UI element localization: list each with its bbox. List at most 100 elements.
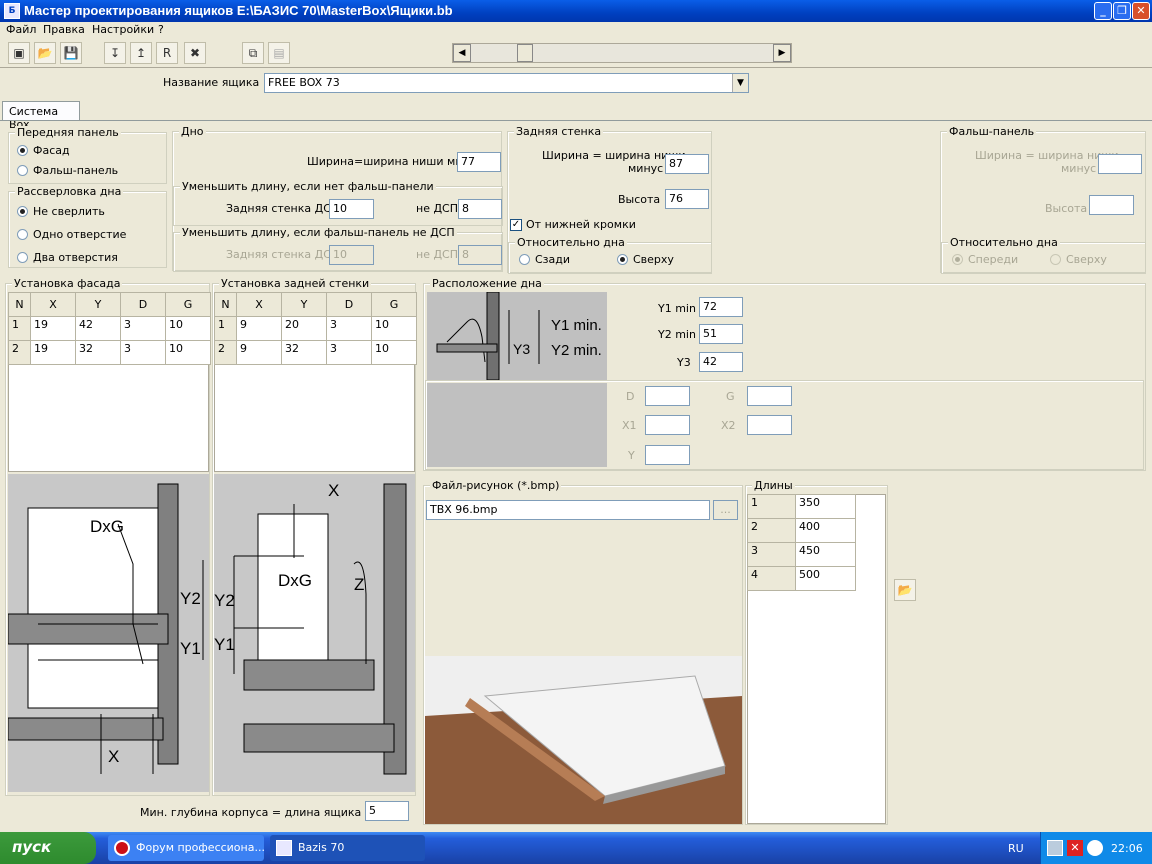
cell[interactable]: 3 — [120, 316, 166, 341]
cell[interactable]: 1 — [214, 316, 237, 341]
scroll-right-icon[interactable]: ▶ — [773, 44, 791, 62]
table-row[interactable]: 4 500 — [747, 566, 856, 591]
picture-file-title: Файл-рисунок (*.bmp) — [430, 479, 562, 492]
table-row[interactable]: 1 19 42 3 10 — [8, 316, 211, 341]
task-forum[interactable]: Форум профессиона... — [108, 835, 264, 861]
cell[interactable]: 42 — [75, 316, 121, 341]
volume-icon[interactable] — [1087, 840, 1103, 856]
select-icon[interactable]: ▣ — [8, 42, 30, 64]
network-icon[interactable] — [1047, 840, 1063, 856]
radio-one-hole[interactable] — [17, 229, 28, 240]
close-button[interactable]: ✕ — [1132, 2, 1150, 20]
y-input[interactable] — [645, 445, 690, 465]
cell[interactable]: 500 — [795, 566, 856, 591]
y1-min-input[interactable]: 72 — [699, 297, 743, 317]
cell[interactable]: 2 — [214, 340, 237, 365]
x1-input[interactable] — [645, 415, 690, 435]
minimize-button[interactable]: _ — [1094, 2, 1112, 20]
delete-icon[interactable]: ✖ — [184, 42, 206, 64]
menu-settings[interactable]: Настройки — [92, 23, 154, 36]
cell[interactable]: 350 — [795, 494, 856, 519]
g-input[interactable] — [747, 386, 792, 406]
cell[interactable]: 32 — [281, 340, 327, 365]
radio-no-drill[interactable] — [17, 206, 28, 217]
from-bottom-checkbox[interactable]: ✓ — [510, 219, 522, 231]
cell[interactable]: 4 — [747, 566, 796, 591]
horizontal-scrollbar[interactable]: ◀ ▶ — [452, 43, 792, 63]
chevron-down-icon[interactable]: ▼ — [732, 74, 748, 92]
table-row[interactable]: 2 9 32 3 10 — [214, 340, 417, 365]
scroll-thumb[interactable] — [517, 44, 533, 62]
table-row[interactable]: 2 19 32 3 10 — [8, 340, 211, 365]
cell[interactable]: 1 — [747, 494, 796, 519]
cell[interactable]: 10 — [165, 316, 211, 341]
cell[interactable]: 19 — [30, 340, 76, 365]
cell[interactable]: 2 — [747, 518, 796, 543]
back-width-input[interactable]: 87 — [665, 154, 709, 174]
paste-icon[interactable]: ▤ — [268, 42, 290, 64]
open-folder-icon[interactable]: 📂 — [34, 42, 56, 64]
start-button[interactable]: пуск — [0, 832, 96, 864]
cell[interactable]: 32 — [75, 340, 121, 365]
task-bazis[interactable]: Bazis 70 — [270, 835, 425, 861]
cell[interactable]: 20 — [281, 316, 327, 341]
cell[interactable]: 3 — [326, 316, 372, 341]
table-row[interactable]: 3 450 — [747, 542, 856, 567]
scroll-left-icon[interactable]: ◀ — [453, 44, 471, 62]
rename-icon[interactable]: R — [156, 42, 178, 64]
cell[interactable]: 1 — [8, 316, 31, 341]
cell[interactable]: 2 — [8, 340, 31, 365]
cell[interactable]: 19 — [30, 316, 76, 341]
back-dsp-input-2[interactable]: 10 — [329, 245, 374, 265]
back-height-input[interactable]: 76 — [665, 189, 709, 209]
cell[interactable]: 9 — [236, 340, 282, 365]
import-icon[interactable]: ↧ — [104, 42, 126, 64]
security-alert-icon[interactable]: ✕ — [1067, 840, 1083, 856]
menu-help[interactable]: ? — [158, 23, 164, 36]
menu-edit[interactable]: Правка — [43, 23, 85, 36]
radio-two-holes[interactable] — [17, 252, 28, 263]
bottom-width-input[interactable]: 77 — [457, 152, 501, 172]
browse-file-button[interactable]: ... — [713, 500, 738, 520]
y3-input[interactable]: 42 — [699, 352, 743, 372]
y2-min-input[interactable]: 51 — [699, 324, 743, 344]
clock[interactable]: 22:06 — [1111, 842, 1143, 855]
min-depth-input[interactable]: 5 — [365, 801, 409, 821]
box-name-select[interactable]: FREE BOX 73 ▼ — [264, 73, 749, 93]
cell[interactable]: 10 — [371, 316, 417, 341]
back-dsp-input-1[interactable]: 10 — [329, 199, 374, 219]
table-row[interactable]: 2 400 — [747, 518, 856, 543]
d-input[interactable] — [645, 386, 690, 406]
fp-height-input[interactable] — [1089, 195, 1134, 215]
back-width-label-2: минус — [628, 162, 664, 175]
open-folder-icon[interactable]: 📂 — [894, 579, 916, 601]
not-dsp-input-1[interactable]: 8 — [458, 199, 502, 219]
table-row[interactable]: 1 9 20 3 10 — [214, 316, 417, 341]
cell[interactable]: 10 — [371, 340, 417, 365]
cell[interactable]: 10 — [165, 340, 211, 365]
x2-input[interactable] — [747, 415, 792, 435]
tab-system-box[interactable]: Система Box — [2, 101, 80, 131]
menu-file[interactable]: Файл — [6, 23, 36, 36]
cell[interactable]: 3 — [120, 340, 166, 365]
radio-on-top[interactable] — [617, 254, 628, 265]
cell[interactable]: 3 — [747, 542, 796, 567]
language-indicator[interactable]: RU — [1008, 842, 1024, 855]
table-row[interactable]: 1 350 — [747, 494, 856, 519]
copy-icon[interactable]: ⧉ — [242, 42, 264, 64]
maximize-button[interactable]: ❐ — [1113, 2, 1131, 20]
cell[interactable]: 400 — [795, 518, 856, 543]
export-icon[interactable]: ↥ — [130, 42, 152, 64]
cell[interactable]: 450 — [795, 542, 856, 567]
cell[interactable]: 9 — [236, 316, 282, 341]
picture-file-input[interactable]: TBX 96.bmp — [426, 500, 710, 520]
radio-fp-top[interactable] — [1050, 254, 1061, 265]
radio-front[interactable] — [952, 254, 963, 265]
cell[interactable]: 3 — [326, 340, 372, 365]
save-icon[interactable]: 💾 — [60, 42, 82, 64]
radio-behind[interactable] — [519, 254, 530, 265]
radio-facade[interactable] — [17, 145, 28, 156]
radio-false-panel[interactable] — [17, 165, 28, 176]
fp-width-input[interactable] — [1098, 154, 1142, 174]
not-dsp-input-2[interactable]: 8 — [458, 245, 502, 265]
